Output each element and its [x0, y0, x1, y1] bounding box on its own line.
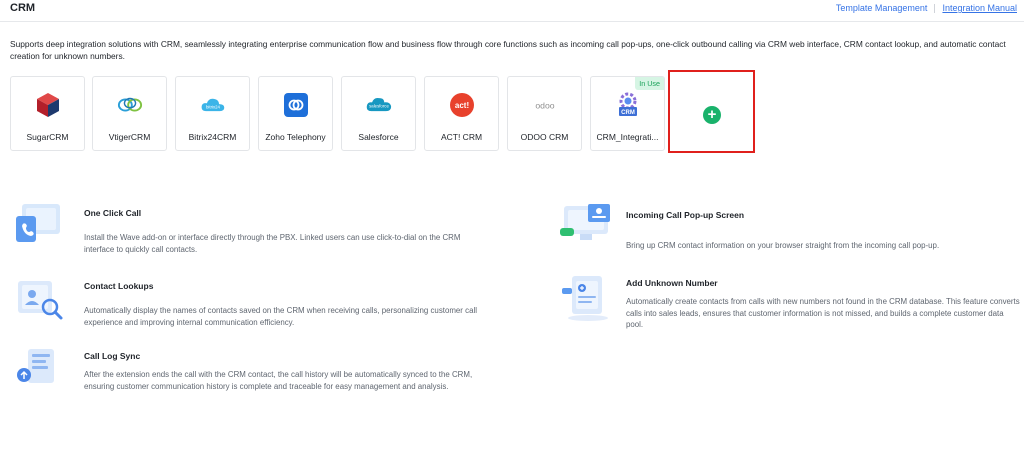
- crm-card-vtigercrm[interactable]: VtigerCRM: [92, 76, 167, 151]
- header-links: Template Management Integration Manual: [836, 3, 1017, 13]
- template-management-link[interactable]: Template Management: [836, 3, 928, 13]
- crm-gear-icon: CRM: [615, 92, 641, 118]
- feature-title: Incoming Call Pop-up Screen: [626, 210, 745, 220]
- crm-card-act-crm[interactable]: act! ACT! CRM: [424, 76, 499, 151]
- page-header: CRM Template Management Integration Manu…: [0, 0, 1024, 22]
- crm-description: Supports deep integration solutions with…: [10, 39, 1006, 61]
- feature-description: Automatically create contacts from calls…: [626, 297, 1020, 329]
- click-call-illustration-icon: [14, 200, 66, 246]
- feature-call-log-sync: Call Log Sync After the extension ends t…: [14, 345, 484, 415]
- crm-card-name: ODOO CRM: [520, 132, 569, 142]
- crm-logo-text: CRM: [621, 110, 635, 116]
- zoho-link-icon: [283, 92, 309, 118]
- feature-title: Contact Lookups: [84, 281, 154, 291]
- salesforce-cloud-icon: salesforce: [366, 92, 392, 118]
- crm-card-name: Bitrix24CRM: [188, 132, 237, 142]
- svg-text:salesforce: salesforce: [369, 104, 389, 109]
- incoming-popup-illustration-icon: [558, 200, 610, 246]
- crm-card-name: SugarCRM: [26, 132, 69, 142]
- page-title: CRM: [10, 2, 36, 14]
- crm-card-odoo-crm[interactable]: odoo ODOO CRM: [507, 76, 582, 151]
- plus-circle-icon: +: [703, 106, 721, 124]
- feature-contact-lookups: Contact Lookups Automatically display th…: [14, 275, 484, 335]
- add-unknown-number-illustration-icon: [558, 272, 610, 321]
- feature-title: One Click Call: [84, 208, 142, 218]
- add-crm-button[interactable]: +: [668, 70, 755, 153]
- crm-card-name: VtigerCRM: [108, 132, 151, 142]
- crm-card-crm-integration[interactable]: In Use CRM CRM_Integrati...: [590, 76, 665, 151]
- feature-description: After the extension ends the call with t…: [84, 370, 473, 391]
- feature-title: Add Unknown Number: [626, 278, 718, 288]
- feature-title: Call Log Sync: [84, 351, 141, 361]
- crm-card-name: Salesforce: [358, 132, 399, 142]
- feature-incoming-call-popup: Incoming Call Pop-up Screen Bring up CRM…: [558, 200, 1024, 255]
- svg-text:bitrix24: bitrix24: [206, 104, 221, 109]
- odoo-logo-icon: odoo: [532, 92, 558, 118]
- crm-card-name: Zoho Telephony: [265, 132, 326, 142]
- vtiger-rings-icon: [117, 92, 143, 118]
- crm-card-zoho-telephony[interactable]: Zoho Telephony: [258, 76, 333, 151]
- call-log-sync-illustration-icon: [14, 345, 66, 391]
- act-logo-icon: act!: [449, 92, 475, 118]
- bitrix24-cloud-icon: bitrix24: [200, 92, 226, 118]
- crm-card-name: ACT! CRM: [440, 132, 483, 142]
- crm-card-name: CRM_Integrati...: [596, 132, 659, 142]
- crm-card-salesforce[interactable]: salesforce Salesforce: [341, 76, 416, 151]
- feature-one-click-call: One Click Call Install the Wave add-on o…: [14, 200, 484, 260]
- link-separator: [934, 3, 936, 13]
- crm-card-sugarcrm[interactable]: SugarCRM: [10, 76, 85, 151]
- feature-description: Automatically display the names of conta…: [84, 306, 477, 327]
- integration-manual-link[interactable]: Integration Manual: [942, 3, 1017, 13]
- contact-lookup-illustration-icon: [14, 275, 66, 321]
- odoo-logo-text: odoo: [535, 100, 554, 110]
- in-use-badge: In Use: [635, 77, 664, 90]
- sugarcrm-cube-icon: [35, 92, 61, 118]
- feature-description: Install the Wave add-on or interface dir…: [84, 233, 461, 254]
- crm-card-bitrix24crm[interactable]: bitrix24 Bitrix24CRM: [175, 76, 250, 151]
- feature-add-unknown-number: Add Unknown Number Automatically create …: [558, 272, 1024, 342]
- feature-description: Bring up CRM contact information on your…: [626, 241, 940, 250]
- act-logo-text: act!: [454, 101, 468, 110]
